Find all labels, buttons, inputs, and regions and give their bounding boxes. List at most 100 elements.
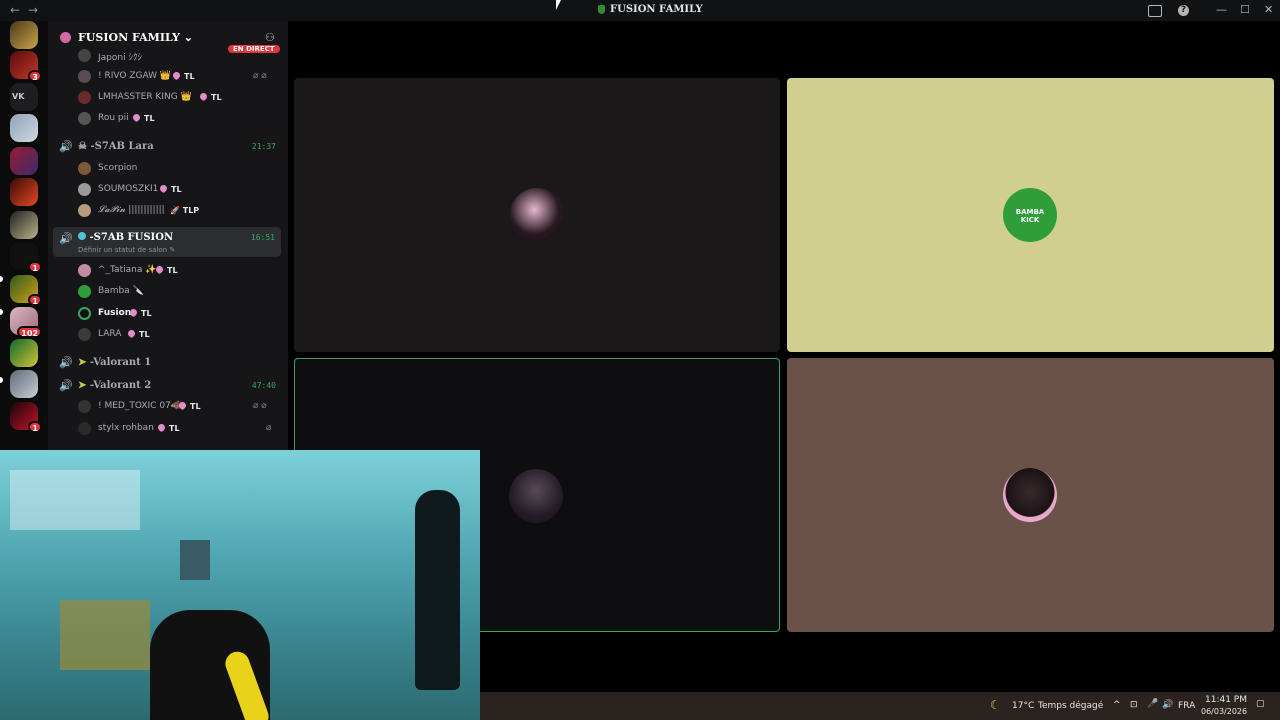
speaker-icon: 🔊	[59, 140, 73, 153]
voice-channel-valorant-2[interactable]: 🔊 ➤ -Valorant 2 47:40	[48, 374, 288, 396]
weather-temp[interactable]: 17°C	[1012, 701, 1034, 711]
voice-user-row[interactable]: SOUMOSZKI1 TL	[48, 179, 288, 199]
heart-icon	[156, 422, 167, 433]
voice-user-row[interactable]: LARA TL	[48, 324, 288, 344]
flower-girl-avatar	[1003, 468, 1057, 522]
video-tile[interactable]	[787, 358, 1274, 632]
language-indicator[interactable]: FRA	[1178, 701, 1195, 711]
server-icon-crimson[interactable]: 1	[10, 402, 42, 433]
voice-user-row[interactable]: Japoni ｼｸｼ EN DIRECT	[48, 45, 288, 65]
window-title: FUSION FAMILY	[598, 4, 703, 15]
voice-user-row[interactable]: ! MED_TOXIC 07🐗 TL ⌀ ⌀	[48, 396, 288, 416]
heart-icon	[171, 70, 182, 81]
server-name: FUSION FAMILY ⌄	[78, 31, 193, 44]
server-icon-fire[interactable]	[10, 178, 38, 206]
voice-user-row[interactable]: 𝓛𝓪𝓟𝓲𝓷 |||||||||||| 🚀 TLP	[48, 200, 288, 220]
forward-icon[interactable]: →	[28, 3, 38, 17]
voice-channel-lara[interactable]: 🔊 ☠ -S7AB Lara 21:37	[48, 135, 288, 157]
server-icon-city[interactable]	[10, 370, 38, 398]
unread-pill	[0, 276, 3, 282]
role-tag: 🚀 TLP	[170, 206, 200, 215]
server-avatar-icon	[60, 32, 71, 43]
back-icon[interactable]: ←	[10, 3, 20, 17]
server-icon	[598, 5, 605, 14]
dark-mask-avatar	[510, 188, 564, 242]
video-tile[interactable]: BAMBA KICK	[787, 78, 1274, 352]
clock-date[interactable]: 06/03/2026	[1201, 707, 1247, 716]
avatar	[78, 112, 91, 125]
server-icon-pink[interactable]	[10, 147, 38, 175]
server-icon-vk[interactable]: VK	[10, 83, 38, 111]
close-button[interactable]: ✕	[1264, 3, 1273, 16]
webcam-overlay	[0, 450, 480, 720]
avatar	[78, 91, 91, 104]
live-badge: EN DIRECT	[228, 45, 280, 53]
avatar	[78, 285, 91, 298]
heart-icon	[154, 264, 165, 275]
title-bar: ← → FUSION FAMILY ? — ☐ ✕	[0, 0, 1280, 21]
avatar	[78, 400, 91, 413]
help-icon[interactable]: ?	[1178, 5, 1189, 16]
avatar	[78, 70, 91, 83]
channel-timer: 21:37	[251, 142, 276, 151]
clock-time[interactable]: 11:41 PM	[1205, 695, 1247, 705]
speaker-icon: 🔊	[59, 356, 73, 369]
moon-icon: ☾	[990, 698, 1001, 712]
heart-icon	[158, 183, 169, 194]
server-icon-bamba[interactable]	[10, 21, 38, 49]
avatar	[78, 204, 91, 217]
inbox-icon[interactable]	[1148, 5, 1162, 17]
avatar	[78, 328, 91, 341]
chevron-up-icon[interactable]: ^	[1113, 700, 1121, 710]
heart-icon	[177, 400, 188, 411]
server-rail: 3 VK 1 1 102 1	[0, 21, 48, 451]
avatar	[78, 183, 91, 196]
voice-channel-valorant-1[interactable]: 🔊 ➤ -Valorant 1	[48, 351, 288, 373]
heart-icon	[131, 112, 142, 123]
notifications-icon[interactable]: ▢	[1256, 699, 1265, 709]
server-icon-grey[interactable]	[10, 114, 38, 142]
voice-user-row[interactable]: Bamba 🔪	[48, 281, 288, 301]
voice-user-row[interactable]: Scorpion	[48, 158, 288, 178]
voice-user-row[interactable]: stylx rohban TL ⌀	[48, 418, 288, 438]
mouse-cursor-icon	[556, 0, 561, 10]
avatar	[78, 422, 91, 435]
heart-icon	[126, 328, 137, 339]
channel-timer: 16:51	[250, 233, 275, 242]
channel-sidebar: FUSION FAMILY ⌄ ⚇ Japoni ｼｸｼ EN DIRECT !…	[48, 21, 288, 451]
minimize-button[interactable]: —	[1216, 3, 1227, 16]
bamba-kick-avatar: BAMBA KICK	[1003, 188, 1057, 242]
microphone-icon[interactable]: 🎤	[1147, 699, 1158, 709]
volume-icon[interactable]: 🔊	[1162, 700, 1173, 710]
unread-pill	[0, 377, 3, 383]
voice-user-row[interactable]: LMHASSTER KING 👑 TL	[48, 87, 288, 107]
maximize-button[interactable]: ☐	[1240, 3, 1250, 16]
network-icon[interactable]: ⊡	[1130, 700, 1138, 710]
avatar	[78, 162, 91, 175]
voice-user-row[interactable]: Fusion TL	[48, 303, 288, 323]
mic-muted-icon: ⌀ ⌀	[253, 401, 267, 411]
channel-name: ➤ -Valorant 1	[78, 357, 152, 368]
heart-icon	[198, 91, 209, 102]
taskbar: ☾ 17°C Temps dégagé ^ ⊡ 🎤 🔊 FRA 11:41 PM…	[480, 692, 1280, 720]
channel-name: ➤ -Valorant 2	[78, 380, 152, 391]
avatar	[78, 307, 91, 320]
avatar	[78, 264, 91, 277]
unread-pill	[0, 309, 3, 315]
server-icon-lime[interactable]	[10, 339, 38, 367]
voice-user-row[interactable]: ! RIVO ZGAW 👑 TL ⌀ ⌀	[48, 66, 288, 86]
voice-channel-fusion[interactable]: 🔊 -S7AB FUSION 16:51 Définir un statut d…	[53, 227, 281, 257]
server-icon-dark[interactable]: 1	[10, 242, 42, 273]
server-icon-bird[interactable]	[10, 211, 38, 239]
channel-name: -S7AB FUSION	[78, 232, 173, 243]
voice-user-row[interactable]: ^_Tatiana ✨ TL	[48, 260, 288, 280]
mic-muted-icon: ⌀ ⌀	[253, 71, 267, 81]
invite-icon[interactable]: ⚇	[265, 31, 275, 44]
server-icon-red[interactable]: 3	[10, 51, 42, 82]
server-icon-rose[interactable]: 102	[10, 307, 42, 338]
weather-desc[interactable]: Temps dégagé	[1038, 701, 1103, 711]
server-icon-green[interactable]: 1	[10, 275, 42, 306]
video-tile[interactable]	[294, 78, 780, 352]
channel-status[interactable]: Définir un statut de salon ✎	[78, 246, 175, 254]
voice-user-row[interactable]: Rou pii TL	[48, 108, 288, 128]
